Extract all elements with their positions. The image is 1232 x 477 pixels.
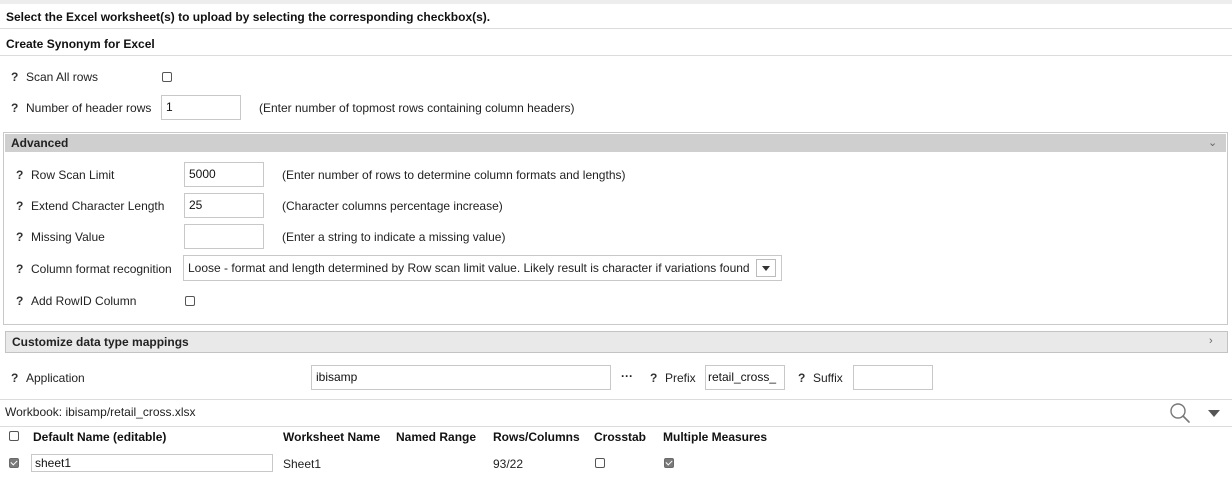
- column-format-value: Loose - format and length determined by …: [188, 261, 750, 275]
- help-icon[interactable]: ?: [650, 371, 657, 385]
- help-icon[interactable]: ?: [11, 371, 18, 385]
- chevron-down-icon[interactable]: ⌄: [1208, 136, 1217, 149]
- scan-all-rows-label: Scan All rows: [26, 70, 99, 84]
- help-icon[interactable]: ?: [798, 371, 805, 385]
- extend-char-length-input[interactable]: 25: [184, 193, 264, 218]
- column-header[interactable]: Multiple Measures: [663, 430, 767, 444]
- customize-mappings-title: Customize data type mappings: [12, 335, 189, 349]
- help-icon[interactable]: ?: [16, 262, 23, 276]
- column-header[interactable]: Default Name (editable): [33, 430, 166, 444]
- browse-button[interactable]: ···: [621, 369, 633, 383]
- help-icon[interactable]: ?: [16, 199, 23, 213]
- divider: [0, 28, 1232, 29]
- default-name-input[interactable]: sheet1: [31, 454, 273, 472]
- help-icon[interactable]: ?: [16, 168, 23, 182]
- prefix-label: Prefix: [665, 371, 696, 385]
- row-select-checkbox[interactable]: [9, 458, 19, 468]
- header-rows-input[interactable]: 1: [161, 95, 241, 120]
- row-scan-limit-hint: (Enter number of rows to determine colum…: [282, 168, 626, 182]
- scan-all-rows-checkbox[interactable]: [162, 72, 172, 82]
- instruction-text: Select the Excel worksheet(s) to upload …: [6, 10, 491, 24]
- crosstab-checkbox[interactable]: [595, 458, 605, 468]
- chevron-right-icon[interactable]: ›: [1209, 335, 1213, 347]
- select-all-checkbox[interactable]: [9, 431, 19, 441]
- application-input[interactable]: ibisamp: [311, 365, 611, 390]
- row-scan-limit-input[interactable]: 5000: [184, 162, 264, 187]
- missing-value-input[interactable]: [184, 224, 264, 249]
- section-title: Create Synonym for Excel: [6, 37, 155, 51]
- multiple-measures-checkbox[interactable]: [664, 458, 674, 468]
- chevron-down-icon: [762, 266, 770, 271]
- advanced-header[interactable]: Advanced: [5, 134, 1226, 152]
- application-label: Application: [26, 371, 85, 385]
- column-header[interactable]: Rows/Columns: [493, 430, 580, 444]
- row-scan-limit-label: Row Scan Limit: [31, 168, 115, 182]
- prefix-input[interactable]: retail_cross_: [705, 365, 785, 390]
- column-header[interactable]: Named Range: [396, 430, 476, 444]
- header-rows-label: Number of header rows: [26, 101, 152, 115]
- suffix-input[interactable]: [853, 365, 933, 390]
- search-icon[interactable]: [1169, 402, 1191, 424]
- worksheet-name-cell: Sheet1: [283, 457, 322, 471]
- missing-value-hint: (Enter a string to indicate a missing va…: [282, 230, 506, 244]
- add-rowid-checkbox[interactable]: [185, 296, 195, 306]
- chevron-down-icon[interactable]: [1208, 410, 1220, 417]
- header-rows-hint: (Enter number of topmost rows containing…: [259, 101, 575, 115]
- top-strip: [0, 0, 1232, 4]
- divider: [0, 55, 1232, 56]
- help-icon[interactable]: ?: [11, 70, 18, 84]
- column-format-select[interactable]: Loose - format and length determined by …: [183, 255, 782, 281]
- rows-columns-cell: 93/22: [493, 457, 524, 471]
- extend-char-length-label: Extend Character Length: [31, 199, 165, 213]
- advanced-title: Advanced: [11, 136, 69, 150]
- help-icon[interactable]: ?: [16, 294, 23, 308]
- column-header[interactable]: Crosstab: [594, 430, 646, 444]
- divider: [0, 426, 1232, 427]
- workbook-label: Workbook: ibisamp/retail_cross.xlsx: [5, 405, 196, 419]
- divider: [0, 399, 1232, 400]
- column-format-dropdown-button[interactable]: [756, 259, 776, 277]
- help-icon[interactable]: ?: [16, 230, 23, 244]
- column-header[interactable]: Worksheet Name: [283, 430, 380, 444]
- extend-char-length-hint: (Character columns percentage increase): [282, 199, 503, 213]
- help-icon[interactable]: ?: [11, 101, 18, 115]
- customize-mappings-header[interactable]: Customize data type mappings: [5, 331, 1228, 353]
- suffix-label: Suffix: [813, 371, 843, 385]
- missing-value-label: Missing Value: [31, 230, 105, 244]
- column-format-label: Column format recognition: [31, 262, 172, 276]
- add-rowid-label: Add RowID Column: [31, 294, 137, 308]
